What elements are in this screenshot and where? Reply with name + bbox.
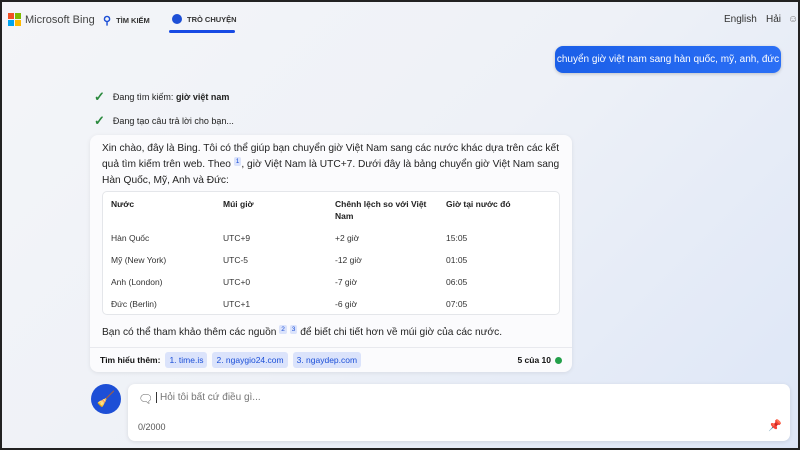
table-cell: 01:05 xyxy=(446,255,468,265)
table-header: Giờ tại nước đó xyxy=(446,199,511,209)
table-cell: Mỹ (New York) xyxy=(111,255,167,265)
table-cell: -6 giờ xyxy=(335,299,358,309)
status-text: Đang tìm kiếm: xyxy=(112,92,176,102)
table-cell: 15:05 xyxy=(446,233,468,243)
broom-icon: 🧹 xyxy=(96,391,116,408)
learn-more-bar: Tìm hiểu thêm: 1. time.is 2. ngaygio24.c… xyxy=(90,347,572,372)
table-cell: UTC+1 xyxy=(223,299,251,309)
source-link[interactable]: 2. ngaygio24.com xyxy=(212,352,288,368)
active-tab-indicator xyxy=(169,30,235,33)
language-link[interactable]: English xyxy=(724,14,757,25)
check-icon: ✓ xyxy=(94,113,105,128)
tab-search[interactable]: ⚲ TÌM KIẾM xyxy=(103,14,150,27)
table-cell: UTC+0 xyxy=(223,277,251,287)
pin-icon[interactable]: 📌 xyxy=(768,419,782,432)
table-cell: Hàn Quốc xyxy=(111,233,150,243)
status-dot xyxy=(555,356,562,364)
source-link[interactable]: 1. time.is xyxy=(165,352,208,368)
table-header: Chênh lệch so với Việt Nam xyxy=(335,199,427,221)
turn-counter: 5 của 10 xyxy=(517,355,562,365)
citation-2[interactable]: 2 xyxy=(279,325,287,334)
table-header: Múi giờ xyxy=(223,199,254,209)
answer-intro: Xin chào, đây là Bing. Tôi có thể giúp b… xyxy=(102,141,564,189)
user-icon[interactable]: ☺ xyxy=(788,14,798,25)
table-header: Nước xyxy=(111,199,135,209)
table-cell: 07:05 xyxy=(446,299,468,309)
status-searching: ✓ Đang tìm kiếm: giờ việt nam xyxy=(94,89,229,105)
turn-count-text: 5 của 10 xyxy=(517,355,551,365)
answer-outro: Bạn có thể tham khảo thêm các nguồn 2 3 … xyxy=(102,325,502,338)
tab-chat-label: TRÒ CHUYỆN xyxy=(187,14,237,24)
table-cell: 06:05 xyxy=(446,277,468,287)
learn-more-label: Tìm hiểu thêm: xyxy=(100,355,161,365)
brand-name: Microsoft Bing xyxy=(25,13,95,26)
outro-text: Bạn có thể tham khảo thêm các nguồn xyxy=(102,327,280,338)
table-cell: +2 giờ xyxy=(335,233,360,243)
search-icon: ⚲ xyxy=(103,15,112,27)
tab-chat[interactable]: TRÒ CHUYỆN xyxy=(172,14,237,24)
new-topic-button[interactable]: 🧹 xyxy=(91,384,121,414)
tab-search-label: TÌM KIẾM xyxy=(116,16,150,25)
table-cell: Đức (Berlin) xyxy=(111,299,157,309)
table-cell: -7 giờ xyxy=(335,277,358,287)
bing-logo[interactable]: Microsoft Bing xyxy=(8,13,95,26)
outro-text: để biết chi tiết hơn về múi giờ của các … xyxy=(297,327,503,338)
table-cell: UTC+9 xyxy=(223,233,251,243)
user-name[interactable]: Hải xyxy=(766,14,781,25)
status-text: Đang tạo câu trả lời cho bạn... xyxy=(112,116,234,126)
check-icon: ✓ xyxy=(94,89,105,104)
chat-bubble-icon: 🗨 xyxy=(138,392,154,406)
table-cell: Anh (London) xyxy=(111,277,163,287)
timezone-table: Nước Múi giờ Chênh lệch so với Việt Nam Giờ… xyxy=(102,191,560,315)
table-cell: -12 giờ xyxy=(335,255,362,265)
top-header: Microsoft Bing ⚲ TÌM KIẾM TRÒ CHUYỆN Eng… xyxy=(2,2,800,38)
chat-input[interactable] xyxy=(156,392,756,403)
bing-answer-card: Xin chào, đây là Bing. Tôi có thể giúp b… xyxy=(90,135,572,372)
source-link[interactable]: 3. ngaydep.com xyxy=(292,352,362,368)
chat-input-box[interactable]: 🗨 0/2000 📌 xyxy=(128,384,790,441)
char-count: 0/2000 xyxy=(138,422,166,432)
user-message: chuyển giờ việt nam sang hàn quốc, mỹ, a… xyxy=(555,46,781,73)
status-generating: ✓ Đang tạo câu trả lời cho bạn... xyxy=(94,113,234,129)
chat-icon xyxy=(172,14,182,24)
table-cell: UTC-5 xyxy=(223,255,249,265)
microsoft-logo-icon xyxy=(8,13,21,26)
search-query: giờ việt nam xyxy=(175,92,230,102)
